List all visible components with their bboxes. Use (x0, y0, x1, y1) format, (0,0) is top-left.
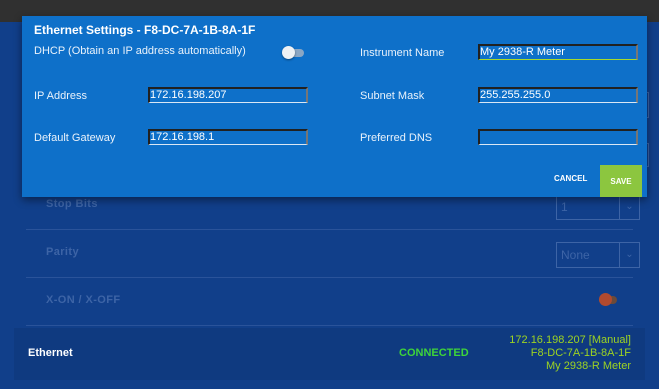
info-ip: 172.16.198.207 [Manual] (509, 334, 631, 346)
default-gateway-input[interactable] (148, 129, 308, 145)
connection-state: CONNECTED (399, 347, 469, 359)
toggle-knob (599, 293, 612, 306)
parity-value: None (561, 248, 590, 262)
subnet-mask-input[interactable] (478, 87, 638, 103)
xon-xoff-row: X-ON / X-OFF (26, 278, 633, 326)
subnet-mask-label: Subnet Mask (360, 90, 425, 102)
stop-bits-select[interactable]: 1 ⌄ (556, 194, 640, 220)
ethernet-settings-dialog: Ethernet Settings - F8-DC-7A-1B-8A-1F DH… (22, 16, 647, 197)
chevron-down-icon: ⌄ (619, 243, 639, 267)
parity-select[interactable]: None ⌄ (556, 242, 640, 268)
dhcp-label: DHCP (Obtain an IP address automatically… (34, 45, 246, 57)
toggle-knob (282, 46, 295, 59)
stop-bits-label: Stop Bits (46, 198, 98, 210)
instrument-name-input[interactable] (478, 44, 638, 60)
xon-xoff-toggle[interactable] (599, 293, 617, 306)
preferred-dns-input[interactable] (478, 129, 638, 145)
dialog-title: Ethernet Settings - F8-DC-7A-1B-8A-1F (34, 23, 256, 37)
info-instrument-name: My 2938-R Meter (546, 360, 631, 372)
save-button[interactable]: SAVE (600, 165, 642, 197)
stop-bits-value: 1 (561, 200, 568, 214)
info-mac: F8-DC-7A-1B-8A-1F (530, 347, 631, 359)
ethernet-status-row[interactable]: Ethernet CONNECTED 172.16.198.207 [Manua… (14, 328, 645, 380)
instrument-name-label: Instrument Name (360, 47, 445, 59)
parity-label: Parity (46, 246, 79, 258)
ip-address-input[interactable] (148, 87, 308, 103)
default-gateway-label: Default Gateway (34, 132, 116, 144)
ip-address-label: IP Address (34, 90, 87, 102)
parity-row: Parity None ⌄ (26, 230, 640, 278)
preferred-dns-label: Preferred DNS (360, 132, 433, 144)
xon-xoff-label: X-ON / X-OFF (46, 294, 121, 306)
cancel-button[interactable]: CANCEL (554, 174, 587, 183)
status-interface-name: Ethernet (28, 347, 73, 359)
connection-info: 172.16.198.207 [Manual] F8-DC-7A-1B-8A-1… (509, 334, 631, 373)
chevron-down-icon: ⌄ (619, 195, 639, 219)
dhcp-toggle[interactable] (282, 46, 304, 59)
